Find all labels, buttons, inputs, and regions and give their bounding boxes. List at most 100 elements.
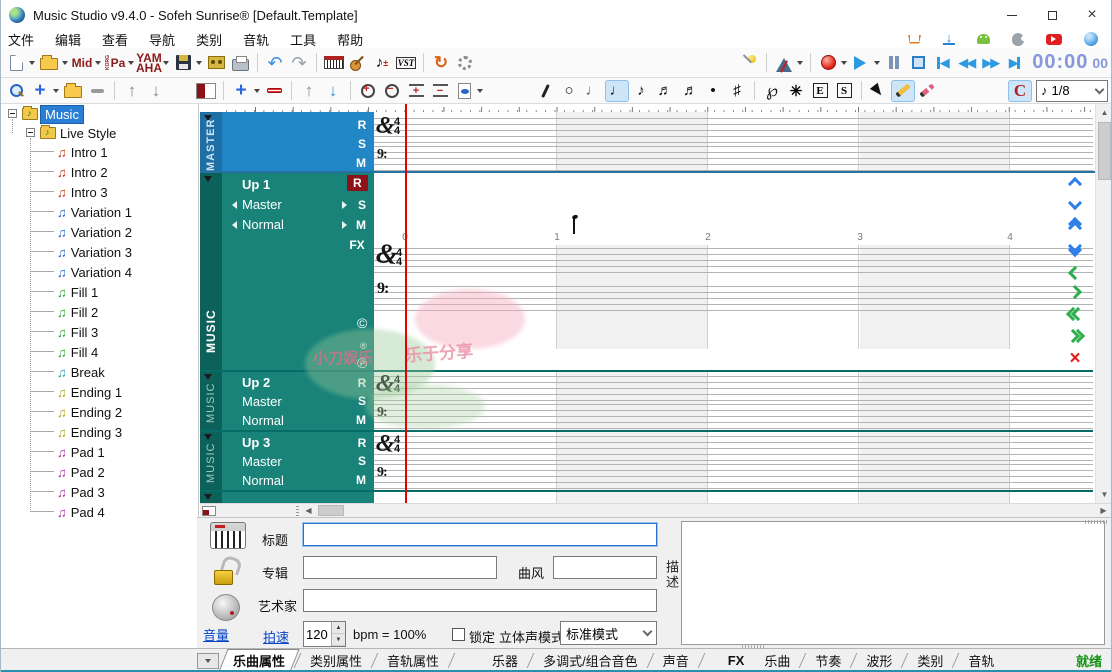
timeline-ruler[interactable]	[226, 104, 1093, 112]
track-down-button[interactable]: ↓	[321, 80, 345, 102]
pedal-button[interactable]: ℘	[760, 80, 784, 102]
android-icon[interactable]	[977, 34, 990, 44]
up1-mode-label[interactable]: Normal	[242, 217, 284, 232]
sixteenth-note-button[interactable]: ♬	[653, 80, 677, 102]
step-forward-button[interactable]: ▶	[1002, 52, 1026, 74]
save-button[interactable]	[171, 52, 195, 74]
tree-item[interactable]: ♫Intro 1	[57, 142, 108, 162]
tempo-input[interactable]	[304, 622, 331, 646]
tempo-link[interactable]: 拍速	[263, 627, 289, 646]
horizontal-scroll-thumb[interactable]	[318, 505, 344, 516]
tempo-up-button[interactable]: ▲	[332, 622, 345, 634]
tree-item[interactable]: ♫Break	[57, 362, 105, 382]
expand-tracks-button[interactable]: +	[404, 80, 428, 102]
up2-voice-label[interactable]: Master	[242, 394, 282, 409]
up2-track-strip[interactable]: MUSIC	[200, 372, 222, 430]
panel-resize-grip[interactable]	[1085, 520, 1107, 524]
website-globe-icon[interactable]	[1084, 32, 1098, 46]
tree-item[interactable]: ♫Variation 4	[57, 262, 132, 282]
splitter-handle[interactable]	[296, 506, 299, 516]
octave-down-button[interactable]	[1064, 195, 1086, 211]
tree-item[interactable]: ♫Fill 3	[57, 322, 98, 342]
phonogram-icon[interactable]: ℗	[357, 355, 367, 371]
up3-track-header[interactable]: MUSIC Up 3 Master Normal R S M	[200, 432, 374, 490]
up3-voice-label[interactable]: Master	[242, 454, 282, 469]
new-file-button[interactable]	[4, 52, 28, 74]
up2-record-button[interactable]: R	[352, 376, 372, 390]
settings-gear-icon[interactable]	[453, 52, 477, 74]
track-up-button[interactable]: ↑	[297, 80, 321, 102]
arpeggio-button[interactable]: ✳	[784, 80, 808, 102]
jump-bottom-button[interactable]	[1064, 240, 1086, 256]
prev-voice-arrow-icon[interactable]	[228, 201, 237, 209]
play-dropdown[interactable]	[874, 61, 880, 68]
tree-expander[interactable]	[26, 128, 35, 137]
up2-notation-canvas[interactable]: & 44 9:	[374, 372, 1093, 430]
scroll-down-arrow[interactable]: ▼	[1096, 486, 1112, 503]
jump-top-button[interactable]	[1064, 218, 1086, 234]
move-down-button[interactable]: ↓	[144, 80, 168, 102]
octave-up-button[interactable]	[1064, 176, 1086, 192]
snap-magnet-button[interactable]: C	[1008, 80, 1032, 102]
tree-item[interactable]: ♫Pad 1	[57, 442, 105, 462]
step-back-button[interactable]: ◀	[930, 52, 954, 74]
collapse-tracks-button[interactable]: −	[428, 80, 452, 102]
up3-track-name[interactable]: Up 3	[242, 435, 270, 450]
title-input[interactable]	[303, 523, 657, 546]
master-mute-button[interactable]: M	[351, 156, 371, 170]
up2-solo-button[interactable]: S	[352, 394, 372, 408]
select-cursor-button[interactable]	[867, 80, 891, 102]
tree-item[interactable]: ♫Ending 3	[57, 422, 122, 442]
menu-category[interactable]: 类别	[196, 30, 222, 49]
midi-export-button[interactable]: Mid	[70, 52, 94, 74]
midi-dropdown[interactable]	[95, 61, 101, 68]
tab-rhythm[interactable]: 节奏	[805, 649, 851, 672]
master-solo-button[interactable]: S	[352, 137, 372, 151]
genre-input[interactable]	[553, 556, 657, 579]
scroll-up-arrow[interactable]: ▲	[1096, 104, 1112, 121]
vertical-scrollbar[interactable]: ▲ ▼	[1095, 104, 1112, 503]
tab-category-properties[interactable]: 类别属性	[300, 649, 372, 672]
shop-cart-icon[interactable]	[908, 35, 921, 44]
whole-note-button[interactable]: ○	[557, 80, 581, 102]
up2-track-header[interactable]: MUSIC Up 2 Master Normal R S M	[200, 372, 374, 430]
fast-forward-button[interactable]: ▶▶	[978, 52, 1002, 74]
tree-item-music[interactable]: Music	[40, 104, 84, 124]
add-category-dropdown[interactable]	[53, 89, 59, 96]
maximize-button[interactable]	[1032, 0, 1072, 30]
expression-button[interactable]: E	[808, 80, 832, 102]
eraser-tool-button[interactable]	[915, 80, 939, 102]
transpose-button[interactable]: ♪±	[370, 52, 394, 74]
menu-file[interactable]: 文件	[8, 30, 34, 49]
up1-voice-label[interactable]: Master	[242, 197, 282, 212]
undo-button[interactable]: ↶	[263, 52, 287, 74]
tree-item[interactable]: ♫Variation 2	[57, 222, 132, 242]
album-input[interactable]	[303, 556, 497, 579]
menu-edit[interactable]: 编辑	[55, 30, 81, 49]
tempo-spinner[interactable]: ▲▼	[303, 621, 346, 647]
delete-selection-button[interactable]: ×	[1064, 350, 1086, 366]
view-options-dropdown[interactable]	[477, 89, 483, 96]
playhead-cursor[interactable]	[405, 104, 407, 503]
sustain-button[interactable]: S	[832, 80, 856, 102]
youtube-icon[interactable]	[1046, 34, 1062, 45]
up1-track-name[interactable]: Up 1	[242, 177, 270, 192]
minimize-button[interactable]	[992, 0, 1032, 30]
next-mode-arrow-icon[interactable]	[342, 221, 351, 229]
import-category-button[interactable]	[61, 80, 85, 102]
move-up-button[interactable]: ↑	[120, 80, 144, 102]
yamaha-export-button[interactable]: YAMAHA	[136, 52, 162, 74]
pause-button[interactable]	[882, 52, 906, 74]
tab-song-properties[interactable]: 乐曲属性	[223, 649, 295, 672]
up3-solo-button[interactable]: S	[352, 454, 372, 468]
rest-button[interactable]	[533, 80, 557, 102]
dotted-note-button[interactable]: •	[701, 80, 725, 102]
tree-item[interactable]: ♫Fill 2	[57, 302, 98, 322]
virtual-piano-button[interactable]	[322, 52, 346, 74]
up1-track-strip[interactable]: MUSIC	[200, 173, 222, 370]
metronome-dropdown[interactable]	[797, 61, 803, 68]
tree-item[interactable]: ♫Variation 3	[57, 242, 132, 262]
partial-track-strip[interactable]	[200, 492, 222, 503]
scroll-right-arrow[interactable]: ▶	[1095, 502, 1112, 517]
remove-category-button[interactable]	[85, 80, 109, 102]
